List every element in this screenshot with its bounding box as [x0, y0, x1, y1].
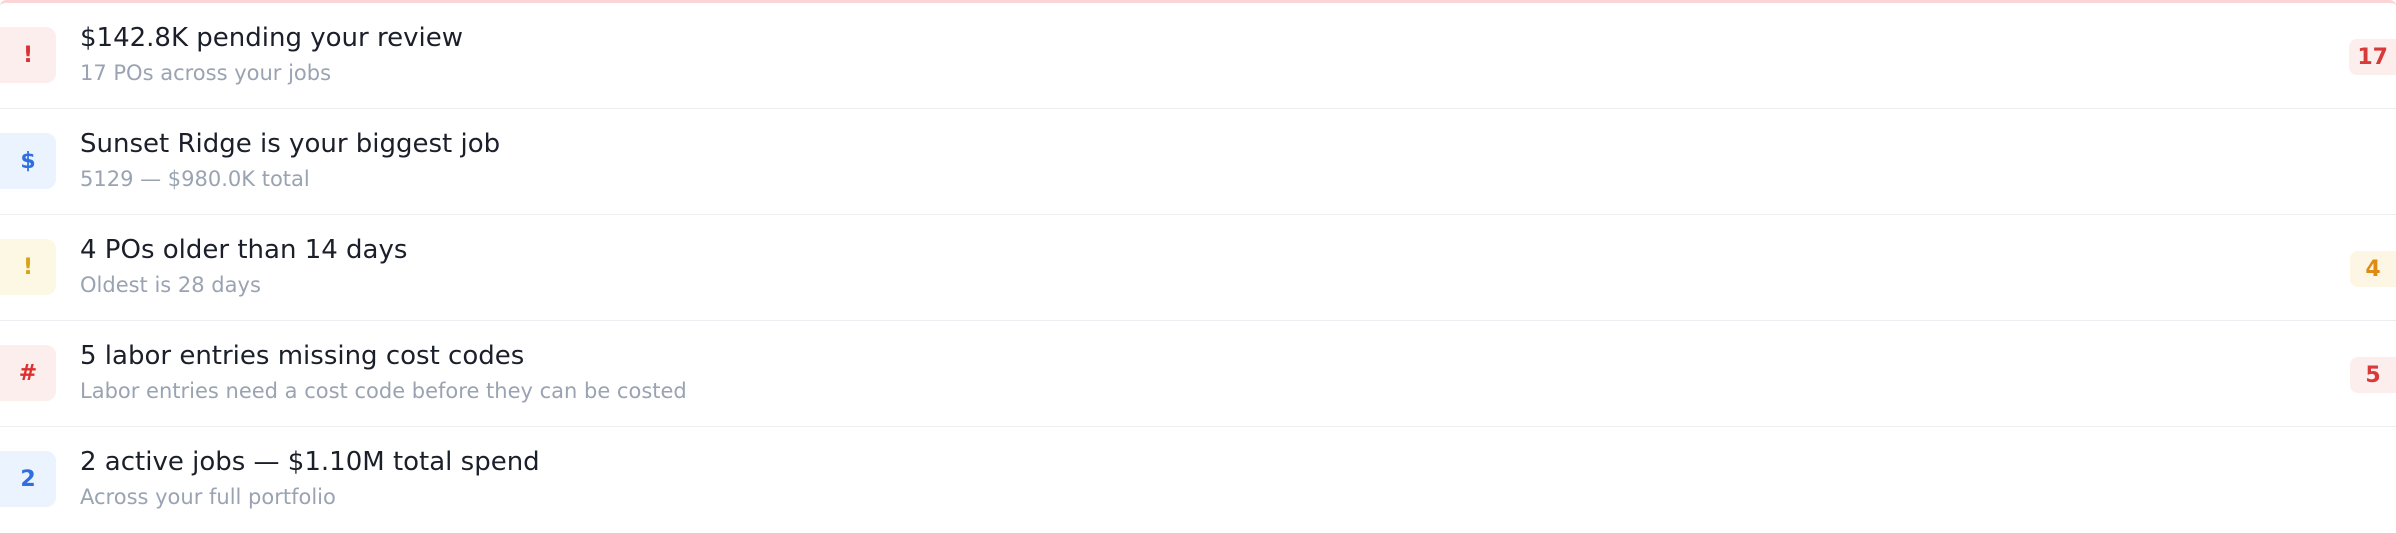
insight-text: 5 labor entries missing cost codes Labor… — [80, 339, 687, 406]
alert-icon: ! — [0, 27, 56, 83]
insight-title: 4 POs older than 14 days — [80, 235, 408, 265]
insight-title: Sunset Ridge is your biggest job — [80, 129, 501, 159]
insight-subtitle: Oldest is 28 days — [80, 273, 261, 297]
insight-subtitle: Across your full portfolio — [80, 485, 336, 509]
count-icon: 2 — [0, 451, 56, 507]
insights-panel: ! $142.8K pending your review 17 POs acr… — [0, 0, 2396, 530]
insight-title: 2 active jobs — $1.10M total spend — [80, 447, 540, 477]
count-badge: 4 — [2350, 251, 2396, 287]
insight-subtitle: 5129 — $980.0K total — [80, 167, 310, 191]
insight-row-missing-cost-codes[interactable]: # 5 labor entries missing cost codes Lab… — [0, 321, 2396, 427]
insight-title: 5 labor entries missing cost codes — [80, 341, 525, 371]
insight-subtitle: Labor entries need a cost code before th… — [80, 379, 687, 403]
insight-row-pending-review[interactable]: ! $142.8K pending your review 17 POs acr… — [0, 3, 2396, 109]
insight-text: $142.8K pending your review 17 POs acros… — [80, 21, 463, 88]
insight-row-biggest-job[interactable]: $ Sunset Ridge is your biggest job 5129 … — [0, 109, 2396, 215]
insight-row-active-jobs[interactable]: 2 2 active jobs — $1.10M total spend Acr… — [0, 427, 2396, 533]
count-badge: 5 — [2350, 357, 2396, 393]
insight-text: 2 active jobs — $1.10M total spend Acros… — [80, 445, 540, 512]
insight-text: 4 POs older than 14 days Oldest is 28 da… — [80, 233, 407, 300]
hash-icon: # — [0, 345, 56, 401]
alert-icon: ! — [0, 239, 56, 295]
insight-text: Sunset Ridge is your biggest job 5129 — … — [80, 127, 500, 194]
insight-title: $142.8K pending your review — [80, 23, 463, 53]
dollar-icon: $ — [0, 133, 56, 189]
insight-row-old-pos[interactable]: ! 4 POs older than 14 days Oldest is 28 … — [0, 215, 2396, 321]
count-badge: 17 — [2349, 39, 2396, 75]
insight-subtitle: 17 POs across your jobs — [80, 61, 332, 85]
